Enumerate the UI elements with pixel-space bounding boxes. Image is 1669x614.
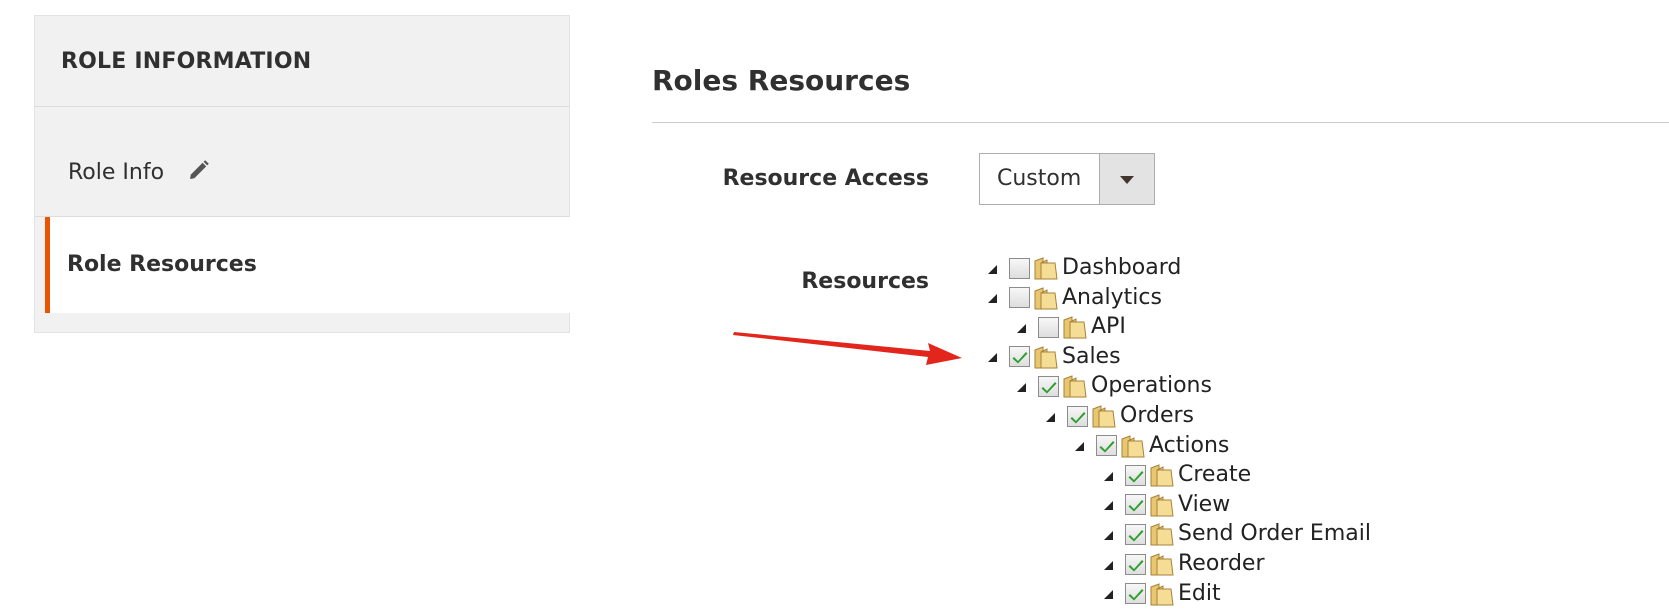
tree-node-label: Create (1178, 462, 1252, 488)
tree-node[interactable]: Edit (1104, 580, 1221, 608)
resource-access-value: Custom (997, 166, 1082, 191)
expand-toggle-icon[interactable] (1104, 471, 1113, 481)
tab-role-resources[interactable]: Role Resources (45, 217, 571, 313)
folder-icon (1149, 551, 1175, 577)
tree-node-checkbox[interactable] (1009, 346, 1030, 368)
tab-role-resources-label: Role Resources (67, 252, 257, 277)
check-icon (1128, 529, 1144, 542)
tree-node[interactable]: Reorder (1104, 550, 1265, 578)
check-icon (1070, 411, 1086, 423)
tree-node-label: API (1091, 314, 1126, 340)
tree-node-label: Analytics (1062, 284, 1162, 310)
tree-node-checkbox[interactable] (1067, 405, 1088, 427)
tree-node[interactable]: Send Order Email (1104, 520, 1371, 548)
page-title: Roles Resources (652, 64, 911, 97)
expand-toggle-icon[interactable] (1104, 530, 1113, 540)
tree-node-checkbox[interactable] (1096, 435, 1117, 457)
tree-node-label: View (1178, 491, 1231, 517)
tree-node[interactable]: Create (1104, 461, 1251, 489)
folder-icon (1149, 581, 1175, 607)
expand-toggle-icon[interactable] (1075, 442, 1084, 452)
check-icon (1128, 559, 1144, 571)
tree-node[interactable]: Sales (988, 343, 1121, 371)
tree-node-label: Actions (1149, 432, 1230, 458)
resource-access-select[interactable]: Custom (979, 153, 1155, 205)
tree-node-checkbox[interactable] (1038, 316, 1059, 338)
expand-toggle-icon[interactable] (1017, 382, 1026, 392)
expand-toggle-icon[interactable] (1104, 560, 1113, 570)
tree-node[interactable]: Orders (1046, 402, 1194, 430)
expand-toggle-icon[interactable] (1046, 412, 1055, 422)
tree-node-label: Reorder (1178, 551, 1265, 576)
tree-node[interactable]: Analytics (988, 284, 1162, 312)
expand-toggle-icon[interactable] (1104, 590, 1113, 600)
folder-icon (1091, 403, 1117, 429)
folder-icon (1149, 462, 1175, 488)
folder-icon (1033, 255, 1059, 281)
folder-icon (1149, 521, 1175, 547)
check-icon (1128, 470, 1144, 483)
tree-node-checkbox[interactable] (1125, 464, 1146, 486)
expand-toggle-icon[interactable] (988, 353, 997, 363)
tree-node-checkbox[interactable] (1125, 523, 1146, 545)
folder-icon (1120, 433, 1146, 459)
tree-node-checkbox[interactable] (1038, 375, 1059, 397)
folder-icon (1033, 285, 1059, 311)
tree-node[interactable]: Operations (1017, 372, 1212, 400)
tree-node[interactable]: API (1017, 313, 1126, 341)
expand-toggle-icon[interactable] (1104, 501, 1113, 511)
check-icon (1099, 441, 1115, 453)
folder-icon (1033, 344, 1059, 370)
resources-label: Resources (801, 269, 929, 294)
tree-node-checkbox[interactable] (1009, 257, 1030, 279)
chevron-down-icon (1120, 176, 1134, 184)
check-icon (1128, 500, 1144, 512)
tree-node[interactable]: Dashboard (988, 254, 1181, 282)
tree-node-label: Send Order Email (1178, 521, 1371, 547)
check-icon (1012, 352, 1028, 364)
tree-node[interactable]: View (1104, 491, 1230, 519)
tab-role-info[interactable]: Role Info (35, 107, 569, 217)
pencil-icon (190, 160, 209, 179)
check-icon (1128, 589, 1144, 601)
tree-node-label: Dashboard (1062, 255, 1182, 280)
expand-toggle-icon[interactable] (988, 264, 997, 274)
tree-node-label: Operations (1091, 373, 1212, 399)
folder-icon (1062, 373, 1088, 399)
tree-node[interactable]: Actions (1075, 432, 1229, 460)
resource-access-label: Resource Access (722, 166, 929, 191)
role-information-panel: ROLE INFORMATION Role Info Role Resource… (34, 15, 571, 333)
section-divider (652, 122, 1669, 123)
folder-icon (1062, 314, 1088, 340)
folder-icon (1149, 492, 1175, 518)
tree-node-label: Orders (1120, 403, 1194, 428)
tree-node-checkbox[interactable] (1125, 553, 1146, 575)
tree-node-checkbox[interactable] (1125, 494, 1146, 516)
annotation-arrow-icon (733, 332, 962, 365)
tree-node-label: Edit (1178, 580, 1221, 606)
check-icon (1041, 381, 1057, 394)
sidebar-title: ROLE INFORMATION (35, 16, 569, 107)
tree-node-label: Sales (1062, 343, 1121, 369)
tree-node-checkbox[interactable] (1125, 583, 1146, 605)
expand-toggle-icon[interactable] (988, 294, 997, 304)
tree-node-checkbox[interactable] (1009, 287, 1030, 309)
dropdown-toggle[interactable] (1099, 154, 1154, 204)
expand-toggle-icon[interactable] (1017, 323, 1026, 333)
